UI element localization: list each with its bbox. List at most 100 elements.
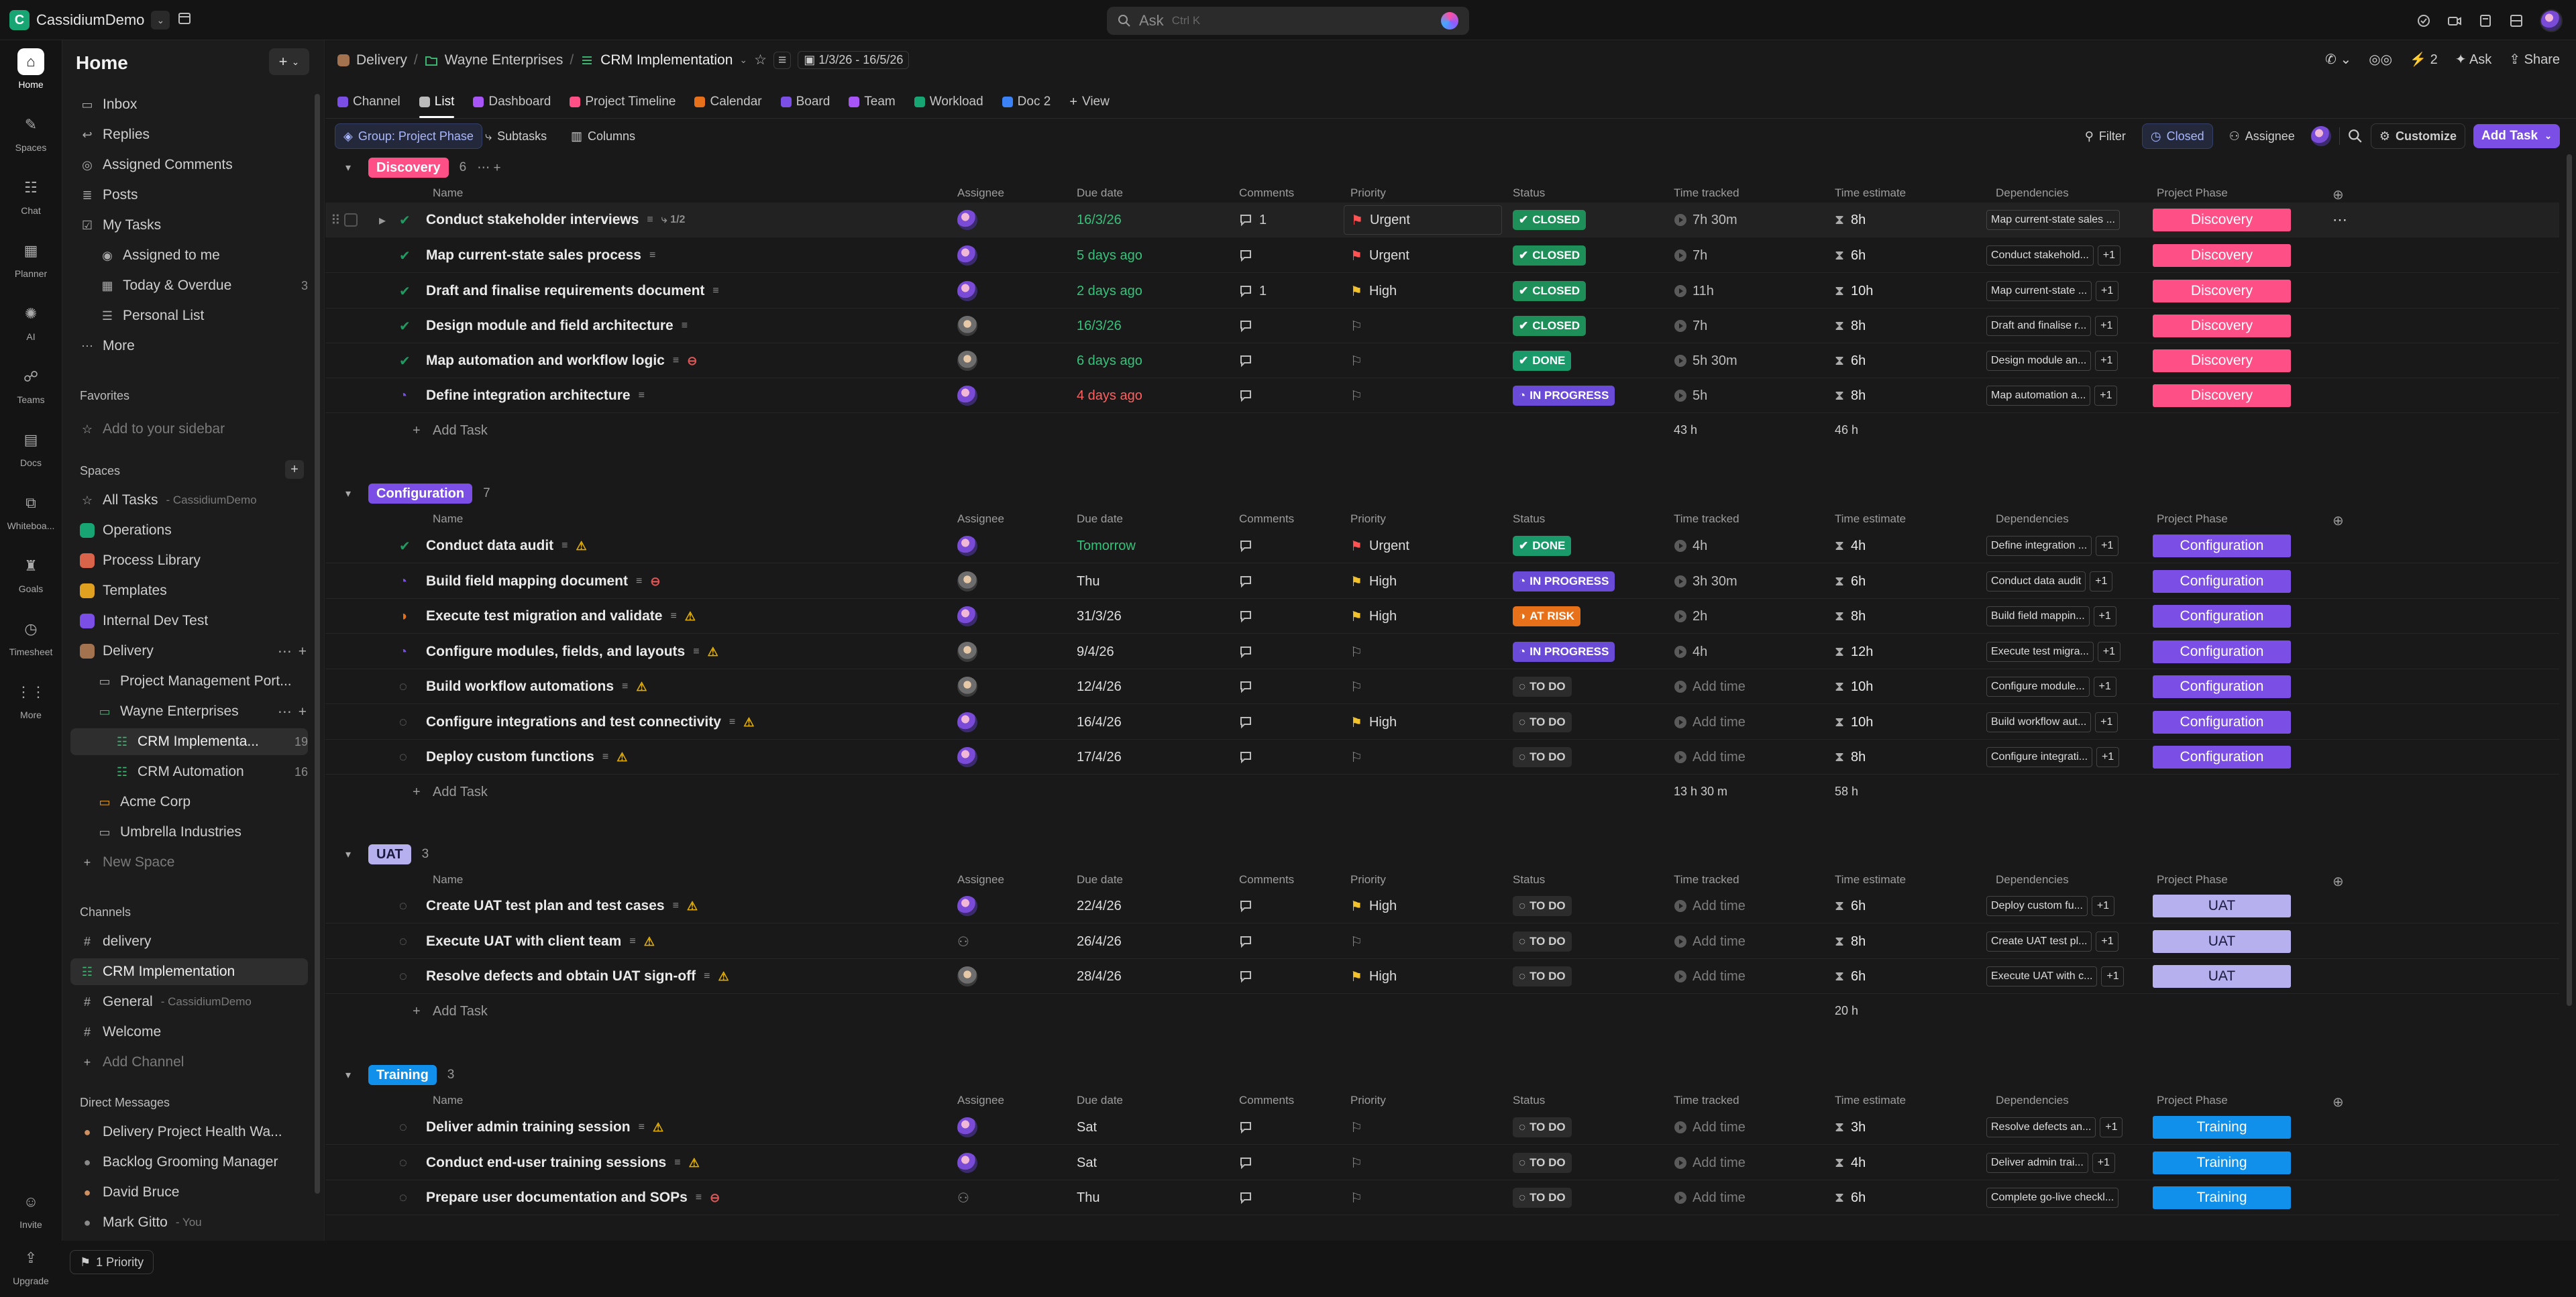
grid-icon[interactable] [2509,13,2524,28]
share-button[interactable]: ⇪ Share [2509,51,2560,68]
add-column-icon[interactable]: ⊕ [2332,1094,2344,1111]
sidebar-item-inbox[interactable]: ▭ Inbox [70,91,308,118]
task-title[interactable]: Deliver admin training session [426,1119,631,1135]
time-estimate-cell[interactable]: ⧗ 8h [1835,203,1866,237]
task-title[interactable]: Prepare user documentation and SOPs [426,1190,688,1206]
priority-cell[interactable]: ⚐ [1350,1180,1369,1215]
time-tracked-cell[interactable]: Add time [1674,669,1746,704]
time-estimate-cell[interactable]: ⧗ 6h [1835,238,1866,273]
sidebar-space-project-management-port-[interactable]: ▭ Project Management Port... [70,668,308,695]
play-icon[interactable] [1674,575,1687,588]
status-pill[interactable]: ◑ AT RISK [1513,606,1581,626]
priority-cell[interactable]: ⚑ Urgent [1350,528,1409,563]
add-task-label[interactable]: Add Task [433,1004,488,1019]
status-pill[interactable]: ◌ TO DO [1513,1153,1572,1173]
dependency-more[interactable]: +1 [2095,712,2118,732]
column-header-due[interactable]: Due date [1077,512,1123,526]
dependencies-cell[interactable]: Draft and finalise r... +1 [1986,308,2118,343]
play-icon[interactable] [1674,970,1687,983]
rail-item-planner[interactable]: ▦ Planner [0,237,62,279]
chevron-down-icon[interactable]: ⌄ [739,54,747,66]
task-name[interactable]: Deploy custom functions ≡ ⚠ [426,740,627,775]
dependency-chip[interactable]: Map current-state sales ... [1986,210,2120,230]
phase-cell[interactable]: Discovery [2153,274,2291,308]
task-row[interactable]: ✔ Draft and finalise requirements documen… [325,274,2559,308]
sidebar-item-more[interactable]: ⋯ More [70,333,308,359]
column-header-due[interactable]: Due date [1077,873,1123,887]
dm-item[interactable]: ● Backlog Grooming Manager [70,1149,308,1176]
status-pill[interactable]: ✔ CLOSED [1513,281,1587,301]
time-estimate-cell[interactable]: ⧗ 8h [1835,308,1866,343]
assignee-avatar[interactable] [957,966,977,986]
priority-cell[interactable]: ⚑ High [1350,564,1397,599]
sidebar-space-process-library[interactable]: Process Library [70,547,308,574]
task-row[interactable]: ⠿ ▸ ⋯ ✔ Conduct stakeholder interviews ≡ ⤷ 1/2… [325,203,2559,237]
space-actions[interactable]: ⋯ + [278,643,308,660]
assignee-cell[interactable] [957,959,977,994]
dependency-more[interactable]: +1 [2093,606,2116,626]
task-row[interactable]: ✔ Map current-state sales process ≡ 5 days … [325,238,2559,273]
automation-count[interactable]: ⚡ 2 [2410,51,2438,68]
due-date[interactable]: Sat [1077,1145,1097,1180]
column-header-comments[interactable]: Comments [1239,1094,1294,1107]
assign-user-icon[interactable]: ⚇ [957,1190,969,1206]
sidebar-space-new-space[interactable]: + New Space [70,849,308,876]
dependency-more[interactable]: +1 [2095,351,2118,371]
breadcrumb-current[interactable]: CRM Implementation [600,52,733,68]
dependency-more[interactable]: +1 [2096,536,2119,556]
time-estimate-cell[interactable]: ⧗ 6h [1835,889,1866,923]
phase-cell[interactable]: Discovery [2153,203,2291,237]
assignee-cell[interactable] [957,308,977,343]
rail-item-more[interactable]: ⋮⋮ More [0,679,62,720]
add-time-label[interactable]: Add time [1693,1155,1746,1171]
sidebar-space-umbrella-industries[interactable]: ▭ Umbrella Industries [70,819,308,846]
phase-badge[interactable]: Configuration [2153,605,2291,628]
status-circle-icon[interactable]: ✔ [399,238,411,273]
comments-cell[interactable] [1239,599,1259,634]
tab-team[interactable]: Team [849,87,896,117]
phase-cell[interactable]: Training [2153,1110,2291,1145]
customize-button[interactable]: ⚙ Customize [2370,123,2465,149]
task-name[interactable]: Build field mapping document ≡ ⊖ [426,564,660,599]
tab-view[interactable]: + View [1069,87,1110,117]
assignee-avatar[interactable] [957,642,977,662]
group-header[interactable]: ▾ Discovery 6 ⋯ + [345,154,501,181]
task-row[interactable]: ◌ Execute UAT with client team ≡ ⚠ ⚇ 26/4/26 ⚐… [325,924,2559,959]
column-header-priority[interactable]: Priority [1350,512,1386,526]
priority-tray-button[interactable]: ⚑ 1 Priority [70,1250,154,1274]
time-estimate-cell[interactable]: ⧗ 6h [1835,959,1866,994]
status-pill[interactable]: ◌ TO DO [1513,1188,1572,1208]
chevron-down-icon[interactable]: ▾ [345,161,358,174]
priority-cell[interactable]: ⚐ [1350,924,1369,959]
due-date[interactable]: 17/4/26 [1077,740,1122,775]
column-header-tracked[interactable]: Time tracked [1674,1094,1739,1107]
comments-cell[interactable]: 1 [1239,274,1267,308]
priority-cell[interactable]: ⚑ Urgent [1344,205,1502,235]
column-header-name[interactable]: Name [433,873,463,887]
priority-cell[interactable]: ⚐ [1350,1145,1369,1180]
dependency-chip[interactable]: Configure module... [1986,677,2090,697]
play-icon[interactable] [1674,680,1687,693]
dependency-chip[interactable]: Define integration ... [1986,536,2092,556]
status-circle-icon[interactable]: ✔ [399,308,411,343]
time-estimate-cell[interactable]: ⧗ 12h [1835,634,1873,669]
chevron-down-icon[interactable]: ⌄ [151,11,170,30]
group-badge[interactable]: Discovery [368,158,449,178]
workspace-switcher[interactable]: C CassidiumDemo ⌄ [9,9,170,32]
column-header-name[interactable]: Name [433,186,463,200]
dependencies-cell[interactable]: Design module an... +1 [1986,343,2118,378]
play-icon[interactable] [1674,389,1687,402]
rail-item-ai[interactable]: ✺ AI [0,300,62,342]
breadcrumb-item[interactable]: Wayne Enterprises [445,52,564,68]
sidebar-space-crm-automation[interactable]: ☷ CRM Automation 16 [70,758,308,785]
status-cell[interactable]: ◌ TO DO [1513,705,1572,740]
assignee-avatar[interactable] [957,281,977,301]
filter-button[interactable]: ⚲ Filter [2077,123,2134,149]
status-pill[interactable]: ✔ CLOSED [1513,245,1587,266]
add-space-button[interactable]: + [285,460,304,479]
status-cell[interactable]: ◔ IN PROGRESS [1513,378,1615,413]
priority-cell[interactable]: ⚑ High [1350,889,1397,923]
due-date[interactable]: 6 days ago [1077,343,1142,378]
play-icon[interactable] [1674,645,1687,659]
time-tracked-cell[interactable]: 2h [1674,599,1707,634]
